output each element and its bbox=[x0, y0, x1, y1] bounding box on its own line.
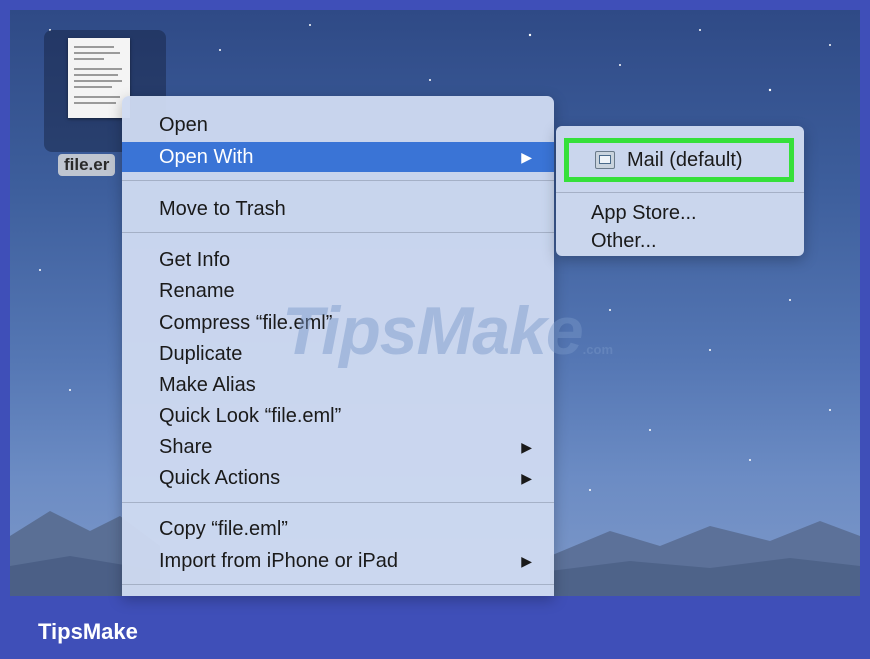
menu-item-make-alias[interactable]: Make Alias bbox=[122, 370, 554, 400]
menu-item-label: Duplicate bbox=[159, 343, 243, 365]
menu-item-label: Open With bbox=[159, 146, 254, 168]
menu-separator bbox=[122, 584, 554, 585]
submenu-separator bbox=[556, 192, 804, 193]
menu-item-open[interactable]: Open bbox=[122, 110, 554, 140]
submenu-item-app-store[interactable]: App Store... bbox=[591, 202, 697, 225]
submenu-arrow-icon: ▶ bbox=[521, 439, 532, 455]
menu-item-share[interactable]: Share ▶ bbox=[122, 432, 554, 462]
tipsmake-watermark: TipsMake.com bbox=[282, 292, 613, 370]
menu-item-label: Rename bbox=[159, 280, 235, 302]
menu-item-quick-actions[interactable]: Quick Actions ▶ bbox=[122, 463, 554, 493]
menu-item-import-from-iphone[interactable]: Import from iPhone or iPad ▶ bbox=[122, 546, 554, 576]
menu-item-quick-look[interactable]: Quick Look “file.eml” bbox=[122, 401, 554, 431]
menu-item-label: Quick Actions bbox=[159, 467, 281, 489]
menu-item-label: Quick Look “file.eml” bbox=[159, 405, 342, 427]
submenu-arrow-icon: ▶ bbox=[521, 149, 532, 165]
menu-item-get-info[interactable]: Get Info bbox=[122, 245, 554, 275]
menu-item-label: Make Alias bbox=[159, 374, 256, 396]
submenu-arrow-icon: ▶ bbox=[521, 553, 532, 569]
open-with-submenu: Mail (default) App Store... Other... bbox=[556, 126, 804, 256]
submenu-arrow-icon: ▶ bbox=[521, 470, 532, 486]
footer-brand-text: TipsMake bbox=[38, 619, 138, 644]
watermark-suffix: .com bbox=[582, 342, 613, 357]
menu-item-label: Get Info bbox=[159, 249, 231, 271]
menu-item-label: Import from iPhone or iPad bbox=[159, 550, 398, 572]
submenu-item-mail-default[interactable]: Mail (default) bbox=[564, 138, 794, 182]
menu-item-label: Copy “file.eml” bbox=[159, 518, 288, 540]
menu-item-copy[interactable]: Copy “file.eml” bbox=[122, 514, 554, 544]
menu-item-open-with[interactable]: Open With ▶ bbox=[122, 142, 554, 172]
file-name-label[interactable]: file.er bbox=[58, 154, 116, 176]
submenu-item-label: Mail (default) bbox=[627, 149, 743, 171]
menu-separator bbox=[122, 502, 554, 503]
mail-app-icon bbox=[595, 151, 615, 169]
submenu-item-other[interactable]: Other... bbox=[591, 230, 657, 253]
eml-file-icon[interactable] bbox=[68, 38, 130, 118]
watermark-text: TipsMake bbox=[282, 293, 584, 369]
menu-item-move-to-trash[interactable]: Move to Trash bbox=[122, 194, 554, 224]
menu-item-label: Share bbox=[159, 436, 213, 458]
menu-item-label: Move to Trash bbox=[159, 198, 286, 220]
menu-separator bbox=[122, 180, 554, 181]
menu-item-label: Open bbox=[159, 114, 208, 136]
menu-separator bbox=[122, 232, 554, 233]
